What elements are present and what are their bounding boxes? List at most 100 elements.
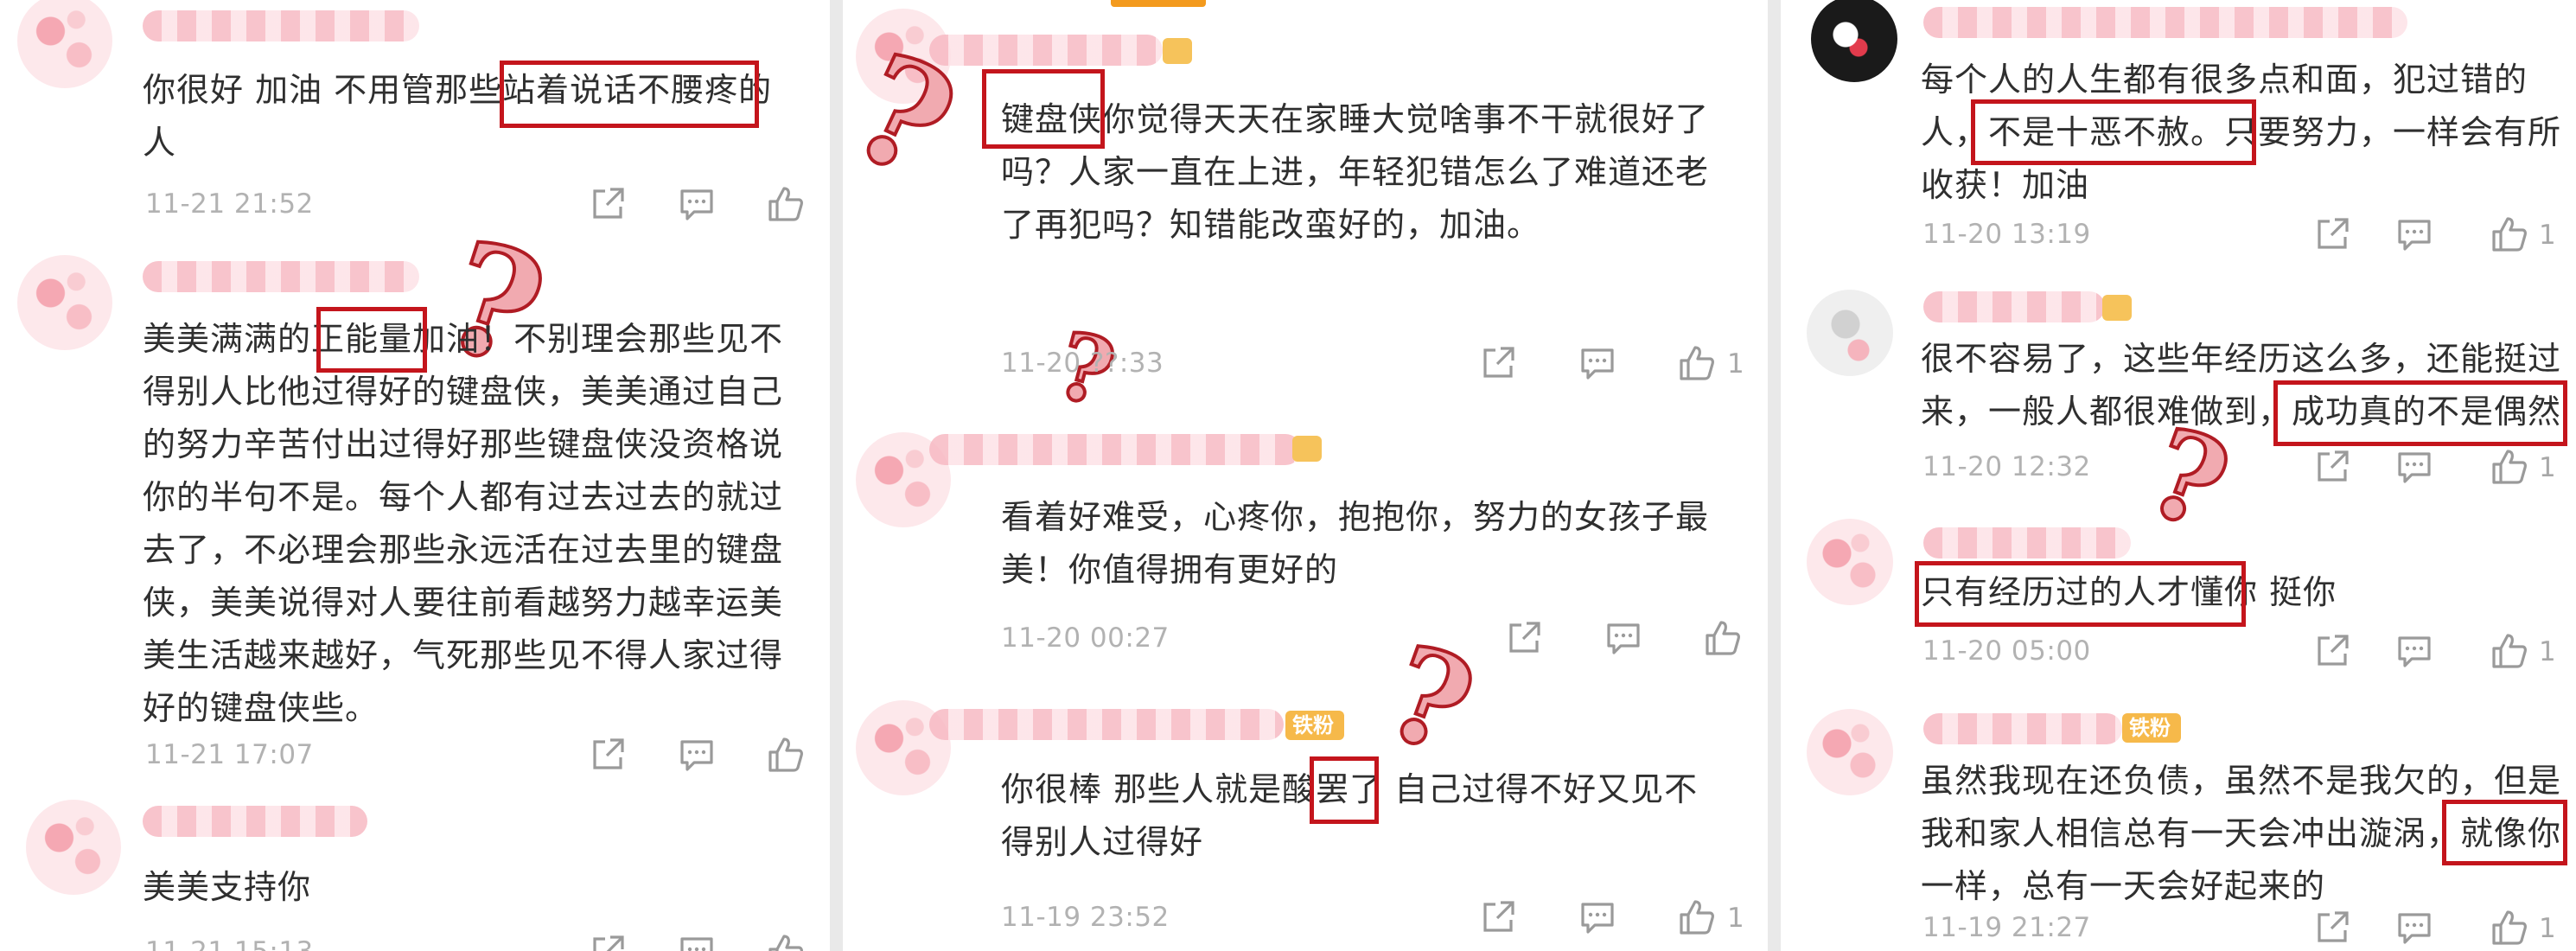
like-icon[interactable] bbox=[2490, 447, 2529, 487]
comment-item: 铁粉 虽然我现在还负债，虽然不是我欠的，但是我和家人相信总有一天会冲出漩涡，就像… bbox=[1781, 679, 2576, 951]
username-blurred[interactable] bbox=[929, 434, 1301, 465]
reply-icon[interactable] bbox=[2394, 631, 2434, 671]
avatar[interactable] bbox=[26, 800, 121, 895]
avatar[interactable] bbox=[17, 255, 112, 350]
reply-icon[interactable] bbox=[677, 932, 717, 951]
comment-timestamp: 11-21 17:07 bbox=[145, 739, 314, 770]
username-blurred[interactable] bbox=[1923, 713, 2122, 744]
comment-timestamp: 11-21 15:13 bbox=[145, 936, 314, 951]
comment-item: 你很好 加油 不用管那些站着说话不腰疼的人 11-21 21:52 bbox=[0, 0, 830, 251]
username-blurred[interactable] bbox=[929, 709, 1284, 740]
like-icon[interactable] bbox=[766, 932, 806, 951]
comment-text: 美美支持你 bbox=[143, 868, 312, 906]
avatar[interactable] bbox=[1807, 519, 1893, 605]
comment-actions: 1 bbox=[2312, 908, 2572, 951]
share-icon[interactable] bbox=[588, 735, 628, 775]
reply-icon[interactable] bbox=[2394, 447, 2434, 487]
like-count: 1 bbox=[2539, 220, 2556, 251]
highlight-box bbox=[1310, 756, 1379, 824]
share-icon[interactable] bbox=[2312, 447, 2352, 487]
share-icon[interactable] bbox=[2312, 214, 2352, 254]
reply-icon[interactable] bbox=[1578, 897, 1617, 937]
comment-timestamp: 11-20 05:00 bbox=[1922, 635, 2091, 667]
like-icon[interactable] bbox=[2490, 214, 2529, 254]
comment-timestamp: 11-19 23:52 bbox=[1001, 902, 1170, 933]
comment-actions: 1 bbox=[2312, 631, 2572, 674]
like-icon[interactable] bbox=[1677, 897, 1717, 937]
comment-timestamp: 11-20 00:27 bbox=[1001, 622, 1170, 654]
avatar[interactable] bbox=[1807, 709, 1893, 795]
like-icon[interactable] bbox=[1677, 343, 1717, 383]
comment-actions bbox=[588, 932, 830, 951]
username-blurred[interactable] bbox=[143, 10, 419, 41]
like-count: 1 bbox=[2539, 452, 2556, 483]
reply-icon[interactable] bbox=[1604, 618, 1643, 658]
comment-item: 美美支持你 11-21 15:13 bbox=[0, 795, 830, 951]
comment-actions: 1 bbox=[1478, 897, 1763, 941]
reply-icon[interactable] bbox=[2394, 908, 2434, 948]
comment-item: ? 美美满满的正能量加油！不别理会那些见不得别人比他过得好的键盘侠，美美通过自己… bbox=[0, 205, 830, 795]
highlight-box bbox=[500, 61, 759, 128]
comment-panel-right: 每个人的人生都有很多点和面，犯过错的人，不是十恶不赦。只要努力，一样会有所收获！… bbox=[1781, 0, 2576, 951]
like-count: 1 bbox=[2539, 636, 2556, 667]
comment-actions bbox=[1504, 618, 1763, 661]
reply-icon[interactable] bbox=[677, 184, 717, 224]
highlight-box bbox=[2442, 800, 2567, 865]
share-icon[interactable] bbox=[1504, 618, 1544, 658]
comment-timestamp: 11-19 21:27 bbox=[1922, 912, 2091, 943]
share-icon[interactable] bbox=[2312, 908, 2352, 948]
comment-text: 美美满满的正能量加油！不别理会那些见不得别人比他过得好的键盘侠，美美通过自己的努… bbox=[143, 320, 784, 727]
avatar[interactable] bbox=[1811, 0, 1897, 82]
username-blurred[interactable] bbox=[143, 261, 419, 292]
comment-timestamp: 11-21 21:52 bbox=[145, 188, 314, 220]
username-blurred[interactable] bbox=[1923, 527, 2131, 558]
comment-timestamp: 11-20 12:32 bbox=[1922, 451, 2091, 482]
reply-icon[interactable] bbox=[2394, 214, 2434, 254]
like-icon[interactable] bbox=[766, 735, 806, 775]
reply-icon[interactable] bbox=[677, 735, 717, 775]
like-icon[interactable] bbox=[2490, 908, 2529, 948]
share-icon[interactable] bbox=[1478, 897, 1518, 937]
comment-item: ? 键盘侠你觉得天天在家睡大觉啥事不干就很好了吗？人家一直在上进，年轻犯错怎么了… bbox=[843, 0, 1768, 430]
reply-icon[interactable] bbox=[1578, 343, 1617, 383]
highlight-box bbox=[1915, 561, 2246, 627]
avatar[interactable] bbox=[17, 0, 112, 88]
user-level-badge bbox=[2102, 295, 2132, 321]
highlight-box bbox=[982, 69, 1105, 149]
comment-actions: 1 bbox=[1478, 343, 1763, 386]
avatar[interactable] bbox=[1807, 290, 1893, 376]
user-level-badge bbox=[1163, 38, 1192, 64]
fan-badge: 铁粉 bbox=[1285, 711, 1344, 740]
share-icon[interactable] bbox=[588, 184, 628, 224]
share-icon[interactable] bbox=[1478, 343, 1518, 383]
like-icon[interactable] bbox=[766, 184, 806, 224]
comment-item: ? 只有经历过的人才懂你 挺你 11-20 05:00 1 bbox=[1781, 399, 2576, 679]
like-count: 1 bbox=[1727, 903, 1744, 934]
fan-badge: 铁粉 bbox=[2122, 713, 2181, 743]
comment-item: 铁粉 ? 你很棒 那些人就是酸罢了 自己过得不好又见不得别人过得好 11-19 … bbox=[843, 614, 1768, 951]
comment-text: 看着好难受，心疼你，抱抱你，努力的女孩子最美！你值得拥有更好的 bbox=[1001, 498, 1710, 589]
comment-panel-left: 你很好 加油 不用管那些站着说话不腰疼的人 11-21 21:52 ? 美美满满… bbox=[0, 0, 830, 951]
highlight-box bbox=[1971, 99, 2256, 165]
user-level-badge bbox=[1292, 436, 1322, 462]
highlight-box bbox=[2273, 380, 2567, 446]
username-blurred[interactable] bbox=[1923, 291, 2105, 322]
like-icon[interactable] bbox=[2490, 631, 2529, 671]
comment-text: 键盘侠你觉得天天在家睡大觉啥事不干就很好了吗？人家一直在上进，年轻犯错怎么了难道… bbox=[1001, 100, 1710, 244]
comment-item: 每个人的人生都有很多点和面，犯过错的人，不是十恶不赦。只要努力，一样会有所收获！… bbox=[1781, 0, 2576, 264]
like-count: 1 bbox=[1727, 348, 1744, 380]
username-blurred[interactable] bbox=[143, 806, 367, 837]
comment-timestamp: 11-20 13:19 bbox=[1922, 219, 2091, 250]
comment-actions bbox=[588, 735, 830, 778]
comment-timestamp: 11-20 ??:33 bbox=[1001, 348, 1164, 379]
highlight-box bbox=[316, 307, 427, 373]
like-count: 1 bbox=[2539, 913, 2556, 944]
comment-item: 看着好难受，心疼你，抱抱你，努力的女孩子最美！你值得拥有更好的 11-20 00… bbox=[843, 406, 1768, 683]
username-blurred[interactable] bbox=[1923, 7, 2407, 38]
share-icon[interactable] bbox=[2312, 631, 2352, 671]
share-icon[interactable] bbox=[588, 932, 628, 951]
like-icon[interactable] bbox=[1703, 618, 1743, 658]
comment-panel-middle: ? 键盘侠你觉得天天在家睡大觉啥事不干就很好了吗？人家一直在上进，年轻犯错怎么了… bbox=[843, 0, 1768, 951]
comment-actions bbox=[588, 184, 830, 227]
comment-actions: 1 bbox=[2312, 214, 2572, 258]
